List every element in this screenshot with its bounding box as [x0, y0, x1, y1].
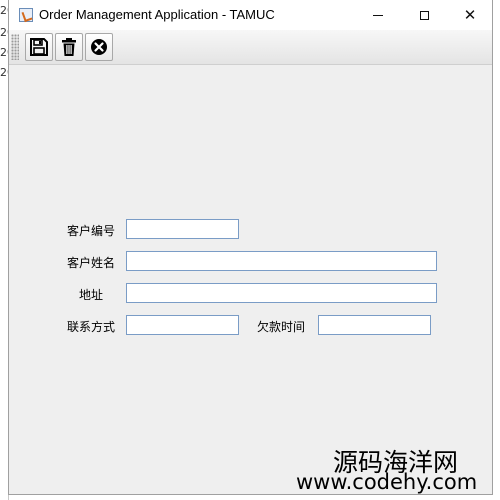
arrears-time-field[interactable]: [318, 315, 431, 335]
minimize-button[interactable]: [355, 0, 401, 30]
watermark-url: www.codehy.com: [296, 470, 478, 494]
cancel-button[interactable]: [85, 33, 113, 61]
customer-id-label: 客户编号: [66, 224, 115, 238]
maximize-button[interactable]: [401, 0, 447, 30]
save-icon: [30, 38, 48, 56]
close-button[interactable]: ✕: [447, 0, 493, 30]
java-app-icon: [19, 8, 33, 22]
trash-icon: [62, 38, 76, 56]
save-button[interactable]: [25, 33, 53, 61]
toolbar: [9, 30, 492, 65]
customer-id-field[interactable]: [126, 219, 239, 239]
address-field[interactable]: [126, 283, 437, 303]
close-icon: ✕: [463, 5, 477, 24]
maximize-icon: [419, 10, 429, 20]
contact-field[interactable]: [126, 315, 239, 335]
customer-name-field[interactable]: [126, 251, 437, 271]
title-bar[interactable]: Order Management Application - TAMUC ✕: [9, 0, 492, 30]
arrears-time-label: 欠款时间: [256, 320, 305, 334]
customer-name-label: 客户姓名: [66, 256, 115, 270]
address-label: 地址: [78, 288, 103, 302]
minimize-icon: [373, 14, 383, 16]
window-title: Order Management Application - TAMUC: [39, 7, 275, 22]
app-window: Order Management Application - TAMUC ✕ 客…: [8, 0, 493, 495]
contact-label: 联系方式: [66, 320, 115, 334]
toolbar-grip[interactable]: [11, 34, 19, 60]
cancel-circle-icon: [91, 39, 107, 55]
delete-button[interactable]: [55, 33, 83, 61]
